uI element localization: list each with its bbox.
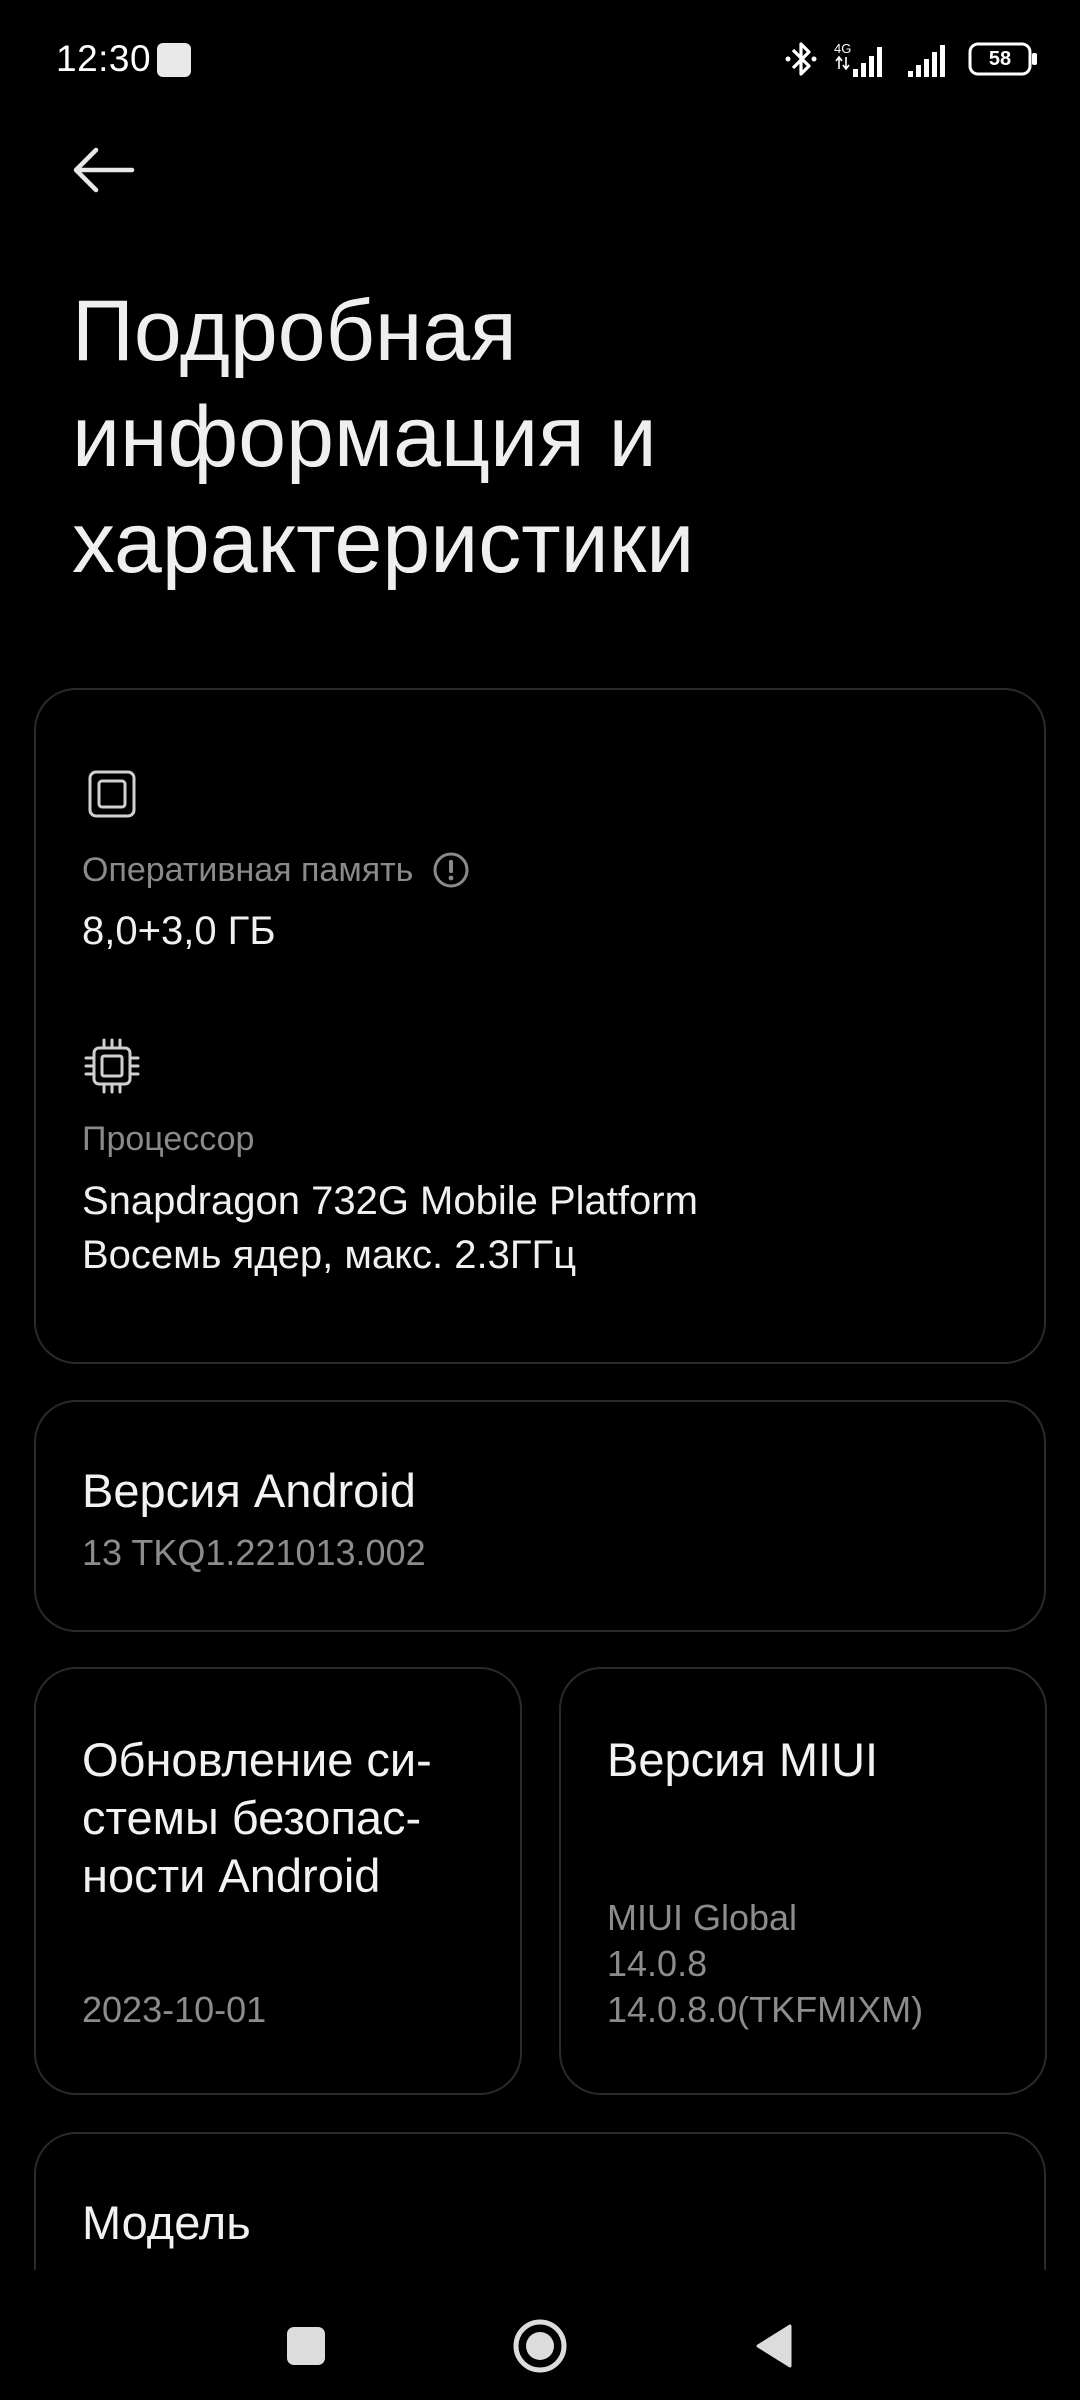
security-patch-date: 2023-10-01 (82, 1989, 267, 2030)
ram-label-row: Оперативная память (82, 850, 471, 890)
android-version-card[interactable]: Версия Android 13 TKQ1.221013.002 (34, 1400, 1046, 1632)
bluetooth-icon (784, 39, 818, 79)
processor-icon (84, 1038, 140, 1094)
miui-edition: MIUI Global (607, 1897, 798, 1938)
miui-version-short: 14.0.8 (607, 1943, 708, 1984)
battery-icon: 58 (968, 42, 1040, 76)
security-title-line1: Обновление си- (82, 1733, 432, 1786)
cpu-label: Процессор (82, 1120, 255, 1158)
status-bar: 12:30 4G 58 (0, 0, 1080, 120)
navigation-bar (0, 2282, 1080, 2400)
cpu-value-cores: Восемь ядер, макс. 2.3ГГц (82, 1233, 577, 1277)
ram-label: Оперативная память (82, 850, 414, 889)
cpu-value-model: Snapdragon 732G Mobile Platform (82, 1179, 698, 1223)
miui-version-full: 14.0.8.0(TKFMIXM) (607, 1989, 924, 2030)
recents-button[interactable] (266, 2306, 346, 2386)
page-title: Подробная информация и характеристики (72, 283, 695, 591)
back-button[interactable] (70, 140, 154, 200)
android-version-value: 13 TKQ1.221013.002 (82, 1532, 426, 1573)
arrow-left-icon (73, 147, 135, 193)
miui-version-card[interactable]: Версия MIUI MIUI Global 14.0.8 14.0.8.0(… (559, 1667, 1047, 2095)
notification-icon (157, 43, 191, 77)
specs-card: Оперативная память 8,0+3,0 ГБ Процессор … (34, 688, 1046, 1364)
battery-level: 58 (988, 48, 1012, 70)
about-phone-detail-screen: 12:30 4G 58 Подробная информация и харак… (0, 0, 1080, 2400)
status-icons: 4G 58 (784, 36, 1040, 82)
triangle-back-icon (756, 2324, 792, 2368)
security-title-line3: ности Android (82, 1849, 381, 1902)
security-update-card[interactable]: Обновление си- стемы безопас- ности Andr… (34, 1667, 522, 2095)
info-icon[interactable] (431, 850, 471, 890)
square-icon (287, 2327, 325, 2365)
scroll-edge (0, 2270, 1080, 2282)
home-button[interactable] (500, 2306, 580, 2386)
signal-icon-2 (904, 39, 954, 79)
network-type: 4G (834, 41, 851, 56)
back-nav-button[interactable] (734, 2306, 814, 2386)
chip-icon (88, 770, 136, 818)
circle-icon (513, 2319, 567, 2373)
signal-icon: 4G (832, 39, 890, 79)
miui-version-title: Версия MIUI (607, 1733, 879, 1786)
security-title-line2: стемы безопас- (82, 1791, 422, 1844)
android-version-title: Версия Android (82, 1464, 416, 1517)
status-time: 12:30 (56, 38, 152, 79)
ram-value: 8,0+3,0 ГБ (82, 909, 276, 953)
model-title: Модель (82, 2196, 251, 2249)
